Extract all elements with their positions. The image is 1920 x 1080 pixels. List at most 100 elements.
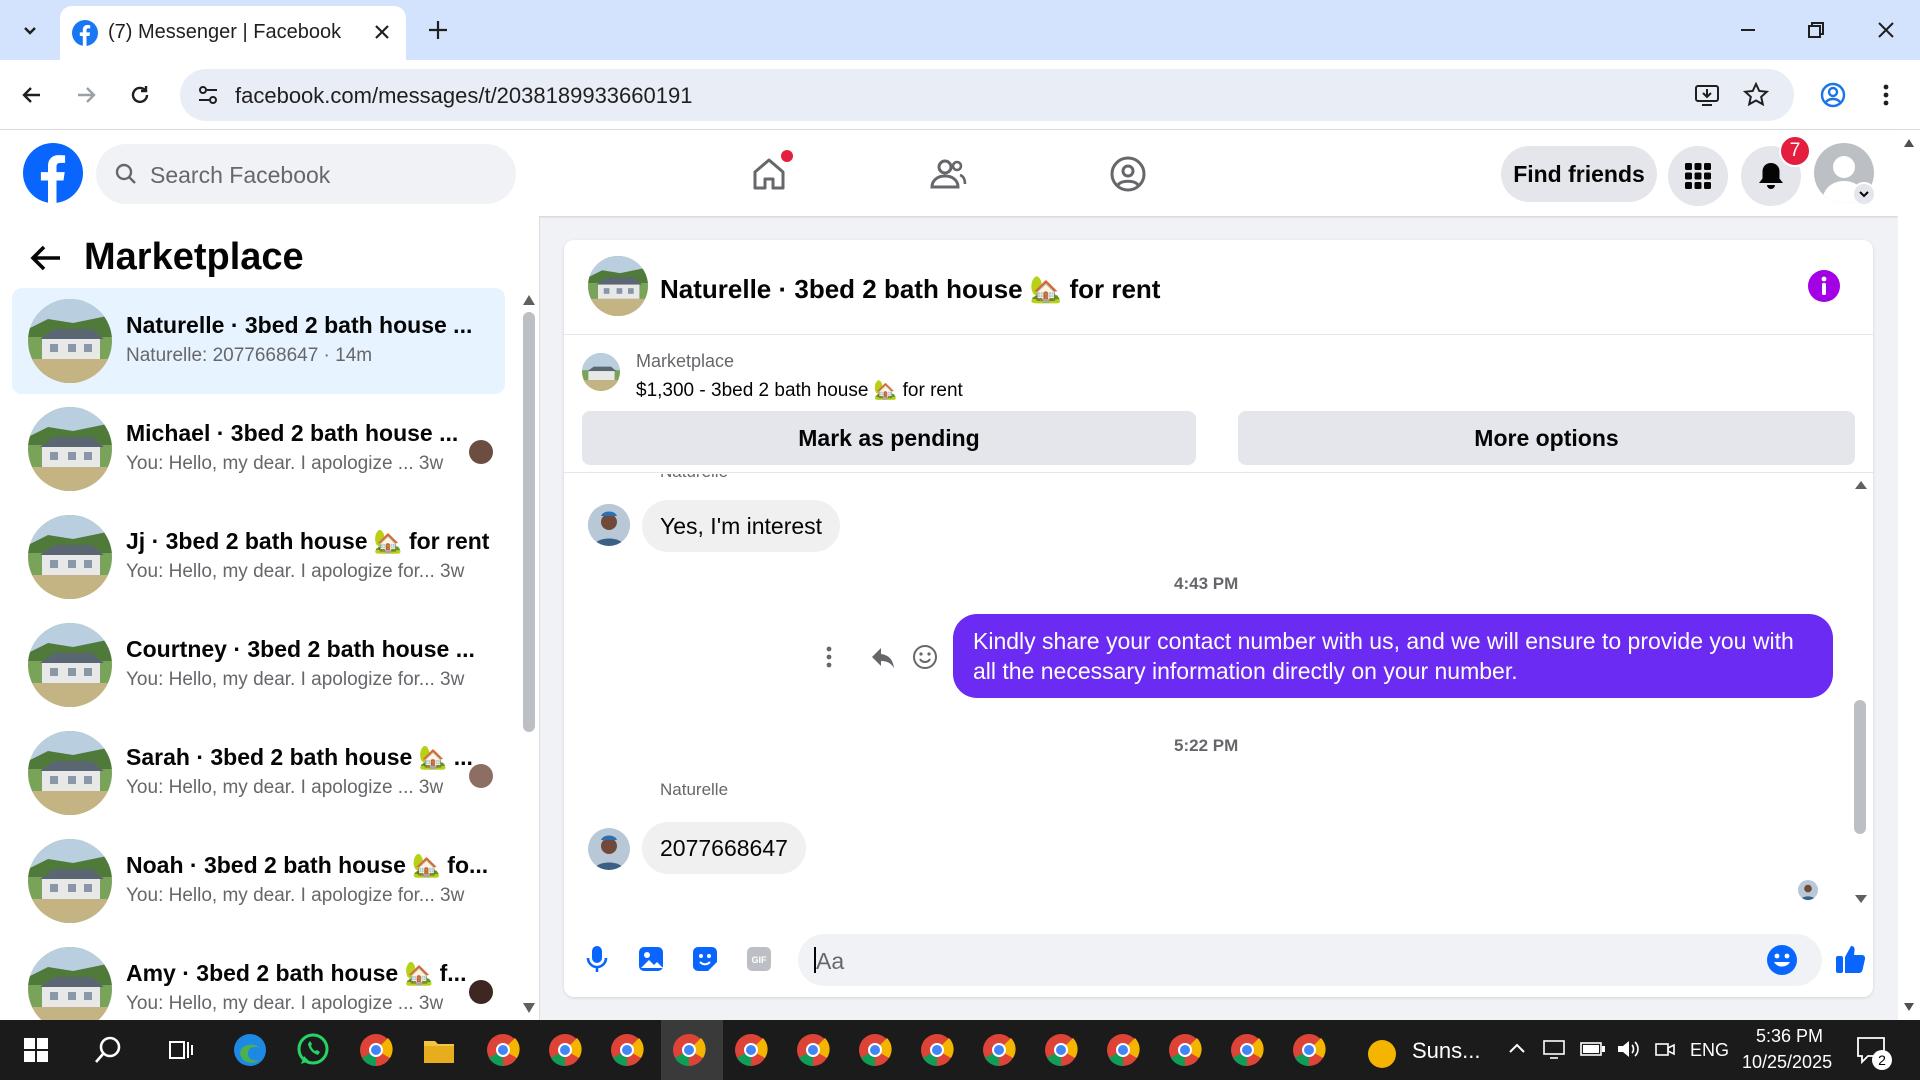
profile-icon[interactable] xyxy=(1813,75,1853,115)
notification-count-badge: 7 xyxy=(1779,135,1811,167)
reload-icon[interactable] xyxy=(120,75,160,115)
clock-time[interactable]: 5:36 PM xyxy=(1756,1026,1823,1047)
chat-title: Naturelle · 3bed 2 bath house 🏡 for rent xyxy=(660,274,1161,304)
conversation-item[interactable]: Sarah · 3bed 2 bath house 🏡 ... You: Hell… xyxy=(12,720,505,826)
browser-tab-strip: (7) Messenger | Facebook xyxy=(0,0,1920,60)
sender-name-top: Naturelle xyxy=(660,474,728,482)
language-indicator[interactable]: ENG xyxy=(1690,1040,1729,1061)
notification-center-count: 2 xyxy=(1872,1050,1892,1070)
battery-icon[interactable] xyxy=(1580,1040,1606,1058)
search-facebook-input[interactable]: Search Facebook xyxy=(96,144,516,204)
chrome-window-icon[interactable] xyxy=(1103,1030,1143,1070)
incoming-message[interactable]: Yes, I'm interest xyxy=(642,500,841,552)
chrome-window-icon[interactable] xyxy=(1227,1030,1267,1070)
restore-icon[interactable] xyxy=(1796,10,1836,50)
network-icon[interactable] xyxy=(1542,1038,1568,1060)
voice-clip-icon[interactable] xyxy=(582,944,612,974)
conversation-name: Courtney · 3bed 2 bath house ... xyxy=(126,636,475,662)
search-taskbar-icon[interactable] xyxy=(88,1030,128,1070)
chrome-window-icon[interactable] xyxy=(669,1030,709,1070)
windows-start-icon[interactable] xyxy=(16,1030,56,1070)
emoji-icon[interactable] xyxy=(1766,944,1798,976)
task-view-icon[interactable] xyxy=(160,1030,200,1070)
mark-as-pending-button[interactable]: Mark as pending xyxy=(582,411,1196,465)
seen-avatar xyxy=(469,764,493,788)
message-more-icon[interactable] xyxy=(826,646,832,668)
thread-scrollbar[interactable] xyxy=(1854,700,1866,834)
chrome-window-icon[interactable] xyxy=(917,1030,957,1070)
conversation-item[interactable]: Amy · 3bed 2 bath house 🏡 f... You: Hello… xyxy=(12,936,505,1020)
home-nav-icon[interactable] xyxy=(737,142,801,206)
sidebar-scrollbar[interactable] xyxy=(523,312,535,732)
conversation-item[interactable]: Noah · 3bed 2 bath house 🏡 fo... You: Hel… xyxy=(12,828,505,934)
minimize-icon[interactable] xyxy=(1728,10,1768,50)
thumbs-up-icon[interactable] xyxy=(1834,942,1868,976)
address-bar[interactable]: facebook.com/messages/t/2038189933660191 xyxy=(180,69,1794,121)
chrome-window-icon[interactable] xyxy=(1289,1030,1329,1070)
chrome-window-icon[interactable] xyxy=(1165,1030,1205,1070)
facebook-logo-icon[interactable] xyxy=(23,143,83,203)
close-window-icon[interactable] xyxy=(1866,10,1906,50)
forward-arrow-icon[interactable] xyxy=(66,75,106,115)
clock-date[interactable]: 10/25/2025 xyxy=(1742,1052,1832,1073)
naturelle-avatar[interactable] xyxy=(588,504,630,546)
install-app-icon[interactable] xyxy=(1694,82,1720,108)
conversation-info-icon[interactable] xyxy=(1808,270,1840,302)
whatsapp-icon[interactable] xyxy=(293,1030,333,1070)
gif-icon[interactable]: GIF xyxy=(744,944,774,974)
chat-house-thumbnail[interactable] xyxy=(588,256,648,316)
back-arrow-icon[interactable] xyxy=(28,240,64,276)
weather-text[interactable]: Suns... xyxy=(1412,1038,1480,1064)
chrome-window-icon[interactable] xyxy=(607,1030,647,1070)
conversation-item[interactable]: Michael · 3bed 2 bath house ... You: Hell… xyxy=(12,396,505,502)
bookmark-star-icon[interactable] xyxy=(1743,82,1769,108)
chrome-window-icon[interactable] xyxy=(731,1030,771,1070)
incoming-message[interactable]: 2077668647 xyxy=(642,822,806,874)
account-chevron-down-icon[interactable] xyxy=(1852,182,1876,206)
conversation-snippet: You: Hello, my dear. I apologize for... … xyxy=(126,561,465,582)
conversation-item[interactable]: Naturelle · 3bed 2 bath house ... Naturel… xyxy=(12,288,505,394)
message-input[interactable]: Aa xyxy=(798,934,1822,986)
listing-thumbnail[interactable] xyxy=(582,353,620,391)
chrome-window-icon[interactable] xyxy=(545,1030,585,1070)
chrome-window-icon[interactable] xyxy=(793,1030,833,1070)
find-friends-button[interactable]: Find friends xyxy=(1501,146,1657,202)
chrome-window-icon[interactable] xyxy=(483,1030,523,1070)
tray-chevron-up-icon[interactable] xyxy=(1508,1042,1526,1054)
conversation-item[interactable]: Jj · 3bed 2 bath house 🏡 for rent You: He… xyxy=(12,504,505,610)
volume-icon[interactable] xyxy=(1616,1038,1642,1060)
outgoing-message[interactable]: Kindly share your contact number with us… xyxy=(953,614,1833,698)
reply-icon[interactable] xyxy=(870,644,896,670)
browser-toolbar: facebook.com/messages/t/2038189933660191 xyxy=(0,60,1920,130)
conversation-name: Naturelle · 3bed 2 bath house ... xyxy=(126,312,473,338)
file-explorer-icon[interactable] xyxy=(419,1030,459,1070)
back-arrow-icon[interactable] xyxy=(12,75,52,115)
weather-sun-icon[interactable] xyxy=(1362,1030,1402,1070)
meet-camera-icon[interactable] xyxy=(1654,1038,1676,1060)
chrome-window-icon[interactable] xyxy=(1041,1030,1081,1070)
listing-title[interactable]: $1,300 - 3bed 2 bath house 🏡 for rent xyxy=(636,378,963,402)
menu-grid-icon[interactable] xyxy=(1668,146,1728,206)
chrome-profile-icon[interactable] xyxy=(356,1030,396,1070)
sticker-icon[interactable] xyxy=(690,944,720,974)
new-tab-icon[interactable] xyxy=(418,10,458,50)
naturelle-avatar[interactable] xyxy=(588,828,630,870)
chat-panel: Naturelle · 3bed 2 bath house 🏡 for rent… xyxy=(564,240,1873,997)
tab-close-icon[interactable] xyxy=(372,22,392,42)
browser-tab[interactable]: (7) Messenger | Facebook xyxy=(60,6,406,60)
conversation-item[interactable]: Courtney · 3bed 2 bath house ... You: Hel… xyxy=(12,612,505,718)
react-smiley-icon[interactable] xyxy=(912,644,938,670)
page-scrollbar[interactable] xyxy=(1898,130,1920,1020)
conversation-thumbnail xyxy=(28,731,112,815)
edge-icon[interactable] xyxy=(230,1030,270,1070)
gaming-nav-icon[interactable] xyxy=(1096,142,1160,206)
chrome-window-icon[interactable] xyxy=(855,1030,895,1070)
friends-nav-icon[interactable] xyxy=(916,142,980,206)
conversation-thumbnail xyxy=(28,947,112,1020)
attach-image-icon[interactable] xyxy=(636,944,666,974)
tab-search-icon[interactable] xyxy=(10,10,50,50)
more-options-button[interactable]: More options xyxy=(1238,411,1855,465)
chrome-window-icon[interactable] xyxy=(979,1030,1019,1070)
site-info-icon[interactable] xyxy=(196,83,220,107)
browser-menu-icon[interactable] xyxy=(1866,75,1906,115)
